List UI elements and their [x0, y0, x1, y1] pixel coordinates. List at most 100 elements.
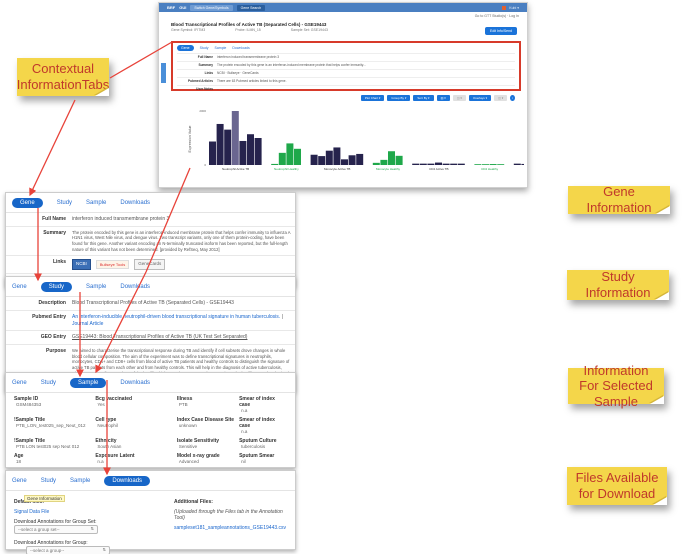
y-tick-label: 2000	[199, 109, 206, 113]
export-dropdown[interactable]: ◫ ▾	[494, 95, 508, 101]
chart-bar[interactable]	[482, 164, 489, 165]
chart-bar[interactable]	[474, 164, 482, 165]
subnav-links[interactable]: Go to GTT Studio(s) · Log In	[159, 12, 527, 20]
arrow-to-gene-tab	[29, 99, 76, 197]
summary-value: The protein encoded by this gene is an i…	[72, 229, 291, 252]
chart-bar[interactable]	[294, 148, 301, 165]
chart-type-dropdown[interactable]: ▥ ▾	[436, 95, 450, 101]
chart-bar[interactable]	[216, 123, 224, 165]
tab-bar: Gene Study Sample Downloads	[6, 277, 295, 297]
plot-chart-dropdown[interactable]: Plot Chart ▾	[360, 95, 385, 101]
sort-by-dropdown[interactable]: Sort By ▾	[413, 95, 434, 101]
chart-bar[interactable]	[271, 163, 279, 165]
tab-sample[interactable]: Sample	[70, 378, 107, 388]
scale-dropdown[interactable]: ◫ ▾	[452, 95, 466, 101]
chart-bar[interactable]	[412, 163, 420, 165]
mini-row-label: User Notes	[196, 87, 213, 91]
meta-gene-symbol: Gene Symbol: IFITM3	[171, 28, 206, 32]
tab-gene[interactable]: Gene	[12, 198, 43, 208]
genecards-link[interactable]: GeneCards	[134, 259, 166, 270]
chart-bar[interactable]	[372, 162, 380, 165]
side-tab[interactable]	[161, 63, 166, 83]
mini-row-label: Links	[204, 71, 213, 75]
tab-study[interactable]: Study	[41, 380, 56, 386]
group-by-dropdown[interactable]: Group By ▾	[387, 95, 411, 101]
geo-entry-link[interactable]: GSE19443: Blood Transcriptional Profiles…	[72, 334, 291, 341]
chart-bar[interactable]	[419, 163, 427, 165]
chart-bar[interactable]	[254, 138, 262, 165]
chart-bar[interactable]	[325, 150, 333, 165]
sample-field-value: unknown	[178, 423, 197, 428]
app-screenshot-preview: BRF GUI Switch Gene/Symbols Gene Search …	[158, 2, 528, 188]
chart-bar[interactable]	[395, 155, 403, 165]
chart-bar[interactable]	[450, 163, 458, 165]
pubmed-entry-link[interactable]: An interferon-inducible neutrophil-drive…	[72, 314, 280, 320]
journal-article-link[interactable]: Journal Article	[72, 321, 103, 327]
flag-icon[interactable]	[502, 5, 507, 10]
chart-bar[interactable]	[380, 159, 388, 165]
tab-downloads[interactable]: Downloads	[120, 380, 150, 386]
tab-downloads[interactable]: Downloads	[120, 200, 150, 206]
user-menu[interactable]: Kubi ▾	[509, 6, 519, 10]
sample-field-value: n.a	[241, 429, 248, 434]
switch-gene-button[interactable]: Switch Gene/Symbols	[190, 4, 233, 11]
tab-downloads[interactable]: Downloads	[120, 284, 150, 290]
overlays-dropdown[interactable]: Overlays ▾	[468, 95, 492, 101]
sample-field-value: n.a	[241, 408, 248, 413]
chart-bar[interactable]	[209, 141, 216, 165]
dataset-meta: Gene Symbol: IFITM3 Probe: ILMN_15 Sampl…	[159, 27, 527, 33]
chart-bar[interactable]	[489, 164, 497, 165]
bullseye-link[interactable]: Bullseye Tools	[95, 259, 130, 270]
chart-bar[interactable]	[224, 129, 232, 165]
chart-bar[interactable]	[286, 143, 294, 165]
mini-tab-sample[interactable]: Sample	[215, 46, 227, 50]
tab-study[interactable]: Study	[57, 200, 72, 206]
group-select[interactable]: --select a group--	[26, 546, 110, 554]
mini-tab-gene[interactable]: Gene	[177, 45, 194, 51]
chart-bar[interactable]	[231, 111, 239, 165]
description-label: Description	[38, 300, 66, 306]
chart-bar[interactable]	[333, 147, 341, 165]
mini-tab-study[interactable]: Study	[200, 46, 209, 50]
chart-bar[interactable]	[348, 155, 356, 165]
tab-study[interactable]: Study	[41, 478, 56, 484]
info-icon[interactable]: i	[510, 95, 515, 101]
chart-bar[interactable]	[442, 163, 450, 165]
tab-gene[interactable]: Gene	[12, 380, 27, 386]
chart-bar[interactable]	[513, 163, 521, 165]
tab-study[interactable]: Study	[40, 282, 73, 292]
edit-info-button[interactable]: Edit Info/Send	[485, 27, 517, 35]
chart-bar[interactable]	[239, 140, 247, 165]
tab-sample[interactable]: Sample	[70, 478, 90, 484]
chart-bar[interactable]	[278, 152, 286, 165]
tab-downloads[interactable]: Downloads	[104, 476, 151, 486]
tab-sample[interactable]: Sample	[86, 284, 106, 290]
separator: |	[280, 313, 283, 320]
ncbi-link[interactable]: NCBI	[72, 259, 91, 270]
gene-search-button[interactable]: Gene Search	[236, 4, 266, 11]
chart-bar[interactable]	[521, 163, 524, 165]
chart-bar[interactable]	[310, 154, 318, 165]
chart-bar[interactable]	[435, 162, 442, 165]
signal-data-file-link[interactable]: Signal Data File	[14, 509, 174, 515]
sample-annotations-link[interactable]: sampleset181_sampleannotations_GSE19443.…	[174, 525, 287, 531]
chart-bar[interactable]	[356, 153, 364, 165]
chart-bar[interactable]	[318, 156, 326, 165]
mini-tab-downloads[interactable]: Downloads	[232, 46, 249, 50]
chart-bar[interactable]	[457, 163, 465, 165]
tab-gene[interactable]: Gene	[12, 284, 27, 290]
mini-row-value[interactable]: NCBI · Bullseye · GeneCards	[217, 71, 515, 75]
tab-gene[interactable]: Gene	[12, 478, 27, 484]
tab-sample[interactable]: Sample	[86, 200, 106, 206]
mini-row: Links NCBI · Bullseye · GeneCards	[177, 69, 515, 75]
chart-bar[interactable]	[388, 151, 395, 165]
x-group-label: Neutrophil Healthy	[274, 167, 299, 171]
chart-bar[interactable]	[497, 164, 505, 165]
group-set-select[interactable]: --select a group set--	[14, 525, 98, 534]
note-contextual-tabs: Contextual InformationTabs	[17, 58, 109, 96]
chart-bar[interactable]	[247, 134, 254, 165]
x-group-label: CD4 Active TB	[429, 167, 448, 171]
chart-bar[interactable]	[427, 163, 435, 165]
chart-bar[interactable]	[341, 159, 348, 165]
mini-row: Full Name interferon induced transmembran…	[177, 53, 515, 59]
